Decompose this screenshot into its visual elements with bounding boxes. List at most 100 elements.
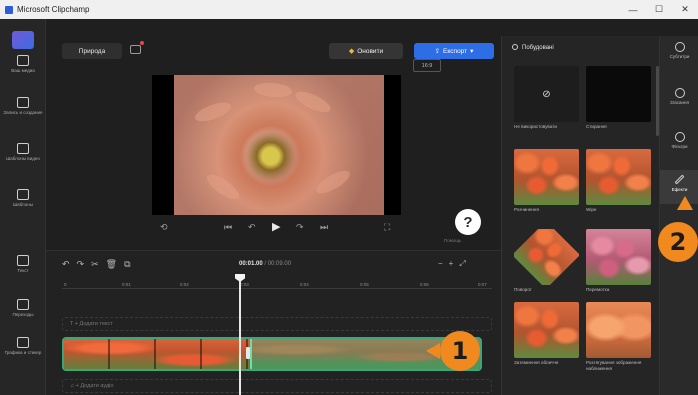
screenshot-icon[interactable]: ⟲	[160, 222, 168, 233]
video-clip[interactable]	[64, 339, 250, 369]
transition-wipe[interactable]	[586, 149, 651, 205]
transition-wipe-black[interactable]	[586, 66, 651, 122]
sidebar-item-label: Ваш медиа	[11, 68, 35, 73]
transition-rotate[interactable]	[514, 229, 579, 285]
playback-controls: ⟲ ⏮ ↶ ▶ ↷ ⏭ ⛶	[152, 220, 401, 238]
help-button[interactable]: ?	[455, 209, 481, 235]
close-button[interactable]: ✕	[672, 0, 698, 19]
template-icon	[17, 143, 29, 154]
redo-icon[interactable]: ↷	[77, 259, 92, 269]
ruler-tick: 0:02	[180, 282, 189, 287]
fade-icon	[674, 88, 685, 98]
callout-badge-2: 2	[658, 222, 698, 262]
ruler-tick: 0:01	[122, 282, 131, 287]
transition-none[interactable]: ⊘	[514, 66, 579, 122]
rewind-icon[interactable]: ↶	[248, 222, 256, 233]
ruler-tick: 0	[64, 282, 67, 287]
timecode: 00:01.00 / 00:09.00	[239, 261, 291, 267]
export-label: Експорт	[443, 47, 468, 55]
transition-fade-face[interactable]	[514, 302, 579, 358]
text-icon	[17, 255, 29, 266]
upgrade-label: Оновити	[357, 47, 384, 55]
grid-icon	[17, 189, 29, 200]
sidebar-item-video-templates[interactable]: Шаблоны видео	[0, 143, 46, 162]
sidebar-item-graphics[interactable]: Графика и стикер	[0, 337, 46, 356]
sidebar-item-label: Переходы	[12, 312, 34, 317]
transition-label: Затемнення обличчя	[514, 360, 559, 365]
diamond-icon: ◆	[348, 48, 355, 55]
title-bar: Microsoft Clipchamp — ☐ ✕	[0, 0, 698, 19]
transition-icon	[17, 299, 29, 310]
undo-icon[interactable]: ↶	[62, 259, 77, 269]
add-audio-track[interactable]: ♫ + Додати аудіо	[62, 379, 492, 393]
sidebar-item-templates[interactable]: Шаблоны	[0, 189, 46, 208]
maximize-button[interactable]: ☐	[646, 0, 672, 19]
project-name-field[interactable]: Природа	[62, 43, 122, 59]
rightbar-item-label: Згасання	[670, 100, 689, 105]
rightbar-item-fade[interactable]: Згасання	[660, 88, 698, 105]
chevron-down-icon: ▾	[470, 48, 474, 55]
sidebar-item-text[interactable]: Текст	[0, 255, 46, 274]
transition-dissolve[interactable]	[514, 149, 579, 205]
skip-back-icon[interactable]: ⏮	[224, 222, 232, 233]
sidebar-item-label: Запись и создание	[3, 110, 43, 115]
sidebar-item-record[interactable]: Запись и создание	[0, 97, 46, 116]
transition-rewind[interactable]	[586, 229, 651, 285]
video-track[interactable]	[62, 337, 482, 371]
ruler-tick: 0:07	[478, 282, 487, 287]
timeline-tools: ↶↷✂🗑⧉	[62, 259, 138, 270]
add-text-track[interactable]: T + Додати текст	[62, 317, 492, 331]
transition-zoom[interactable]	[586, 302, 651, 358]
ruler-tick: 0:05	[360, 282, 369, 287]
help-label: Помощь	[444, 238, 462, 243]
total-time: / 00:09.00	[264, 261, 292, 267]
rightbar-item-label: Фільтри	[671, 144, 688, 149]
callout-badge-1: 1	[440, 331, 480, 371]
sidebar-item-label: Шаблоны видео	[6, 156, 40, 161]
filters-icon	[674, 132, 685, 142]
preview-frame-image	[174, 75, 384, 215]
ruler-tick: 0:06	[420, 282, 429, 287]
zoom-out-icon[interactable]: −	[438, 259, 449, 268]
sidebar-item-transitions[interactable]: Переходы	[0, 299, 46, 318]
minimize-button[interactable]: —	[620, 0, 646, 19]
clip-trim-handle[interactable]	[246, 347, 250, 359]
transition-label: Стирання	[586, 124, 607, 129]
delete-icon[interactable]: 🗑	[106, 259, 124, 269]
effects-wand-icon	[674, 174, 685, 185]
transition-label: Перемотка	[586, 287, 610, 292]
rightbar-item-filters[interactable]: Фільтри	[660, 132, 698, 149]
forward-icon[interactable]: ↷	[296, 222, 304, 233]
duplicate-icon[interactable]: ⧉	[124, 259, 137, 269]
upload-icon: ⇪	[434, 48, 441, 55]
folder-icon	[17, 55, 29, 66]
ruler-tick: 0:04	[300, 282, 309, 287]
shapes-icon	[17, 337, 29, 348]
rightbar-item-label: Субтитри	[669, 54, 690, 59]
skip-forward-icon[interactable]: ⏭	[320, 222, 328, 233]
zoom-in-icon[interactable]: +	[449, 259, 460, 268]
rightbar-item-captions[interactable]: Субтитри	[660, 42, 698, 59]
split-icon[interactable]: ✂	[91, 259, 106, 269]
play-button[interactable]: ▶	[272, 220, 280, 233]
transition-label: Wipe	[586, 207, 597, 212]
aspect-ratio-button[interactable]: 16:9	[413, 59, 441, 72]
export-button[interactable]: ⇪ Експорт ▾	[414, 43, 494, 59]
upgrade-button[interactable]: ◆ Оновити	[329, 43, 403, 59]
camera-icon	[17, 97, 29, 108]
time-ruler[interactable]: 0 0:01 0:02 0:03 0:04 0:05 0:06 0:07	[62, 277, 492, 289]
window-title: Microsoft Clipchamp	[17, 5, 90, 14]
fullscreen-icon[interactable]: ⛶	[384, 222, 390, 233]
left-sidebar: Ваш медиа Запись и создание Шаблоны виде…	[0, 19, 46, 395]
timeline: ↶↷✂🗑⧉ 00:01.00 / 00:09.00 −+⤢ 0 0:01 0:0…	[46, 250, 501, 395]
playhead[interactable]	[239, 276, 241, 395]
fit-icon[interactable]: ⤢	[459, 259, 471, 268]
callout-arrow	[426, 343, 440, 359]
panel-title-text: Побудовані	[522, 45, 554, 51]
video-camera-icon[interactable]	[130, 41, 144, 54]
sidebar-item-media[interactable]: Ваш медиа	[0, 55, 46, 74]
ruler-tick: 0:03	[240, 282, 249, 287]
transitions-panel: Побудовані ⊘ Не використовувати Стирання…	[501, 36, 659, 395]
current-time: 00:01.00	[239, 261, 263, 267]
no-symbol-icon: ⊘	[542, 88, 551, 100]
